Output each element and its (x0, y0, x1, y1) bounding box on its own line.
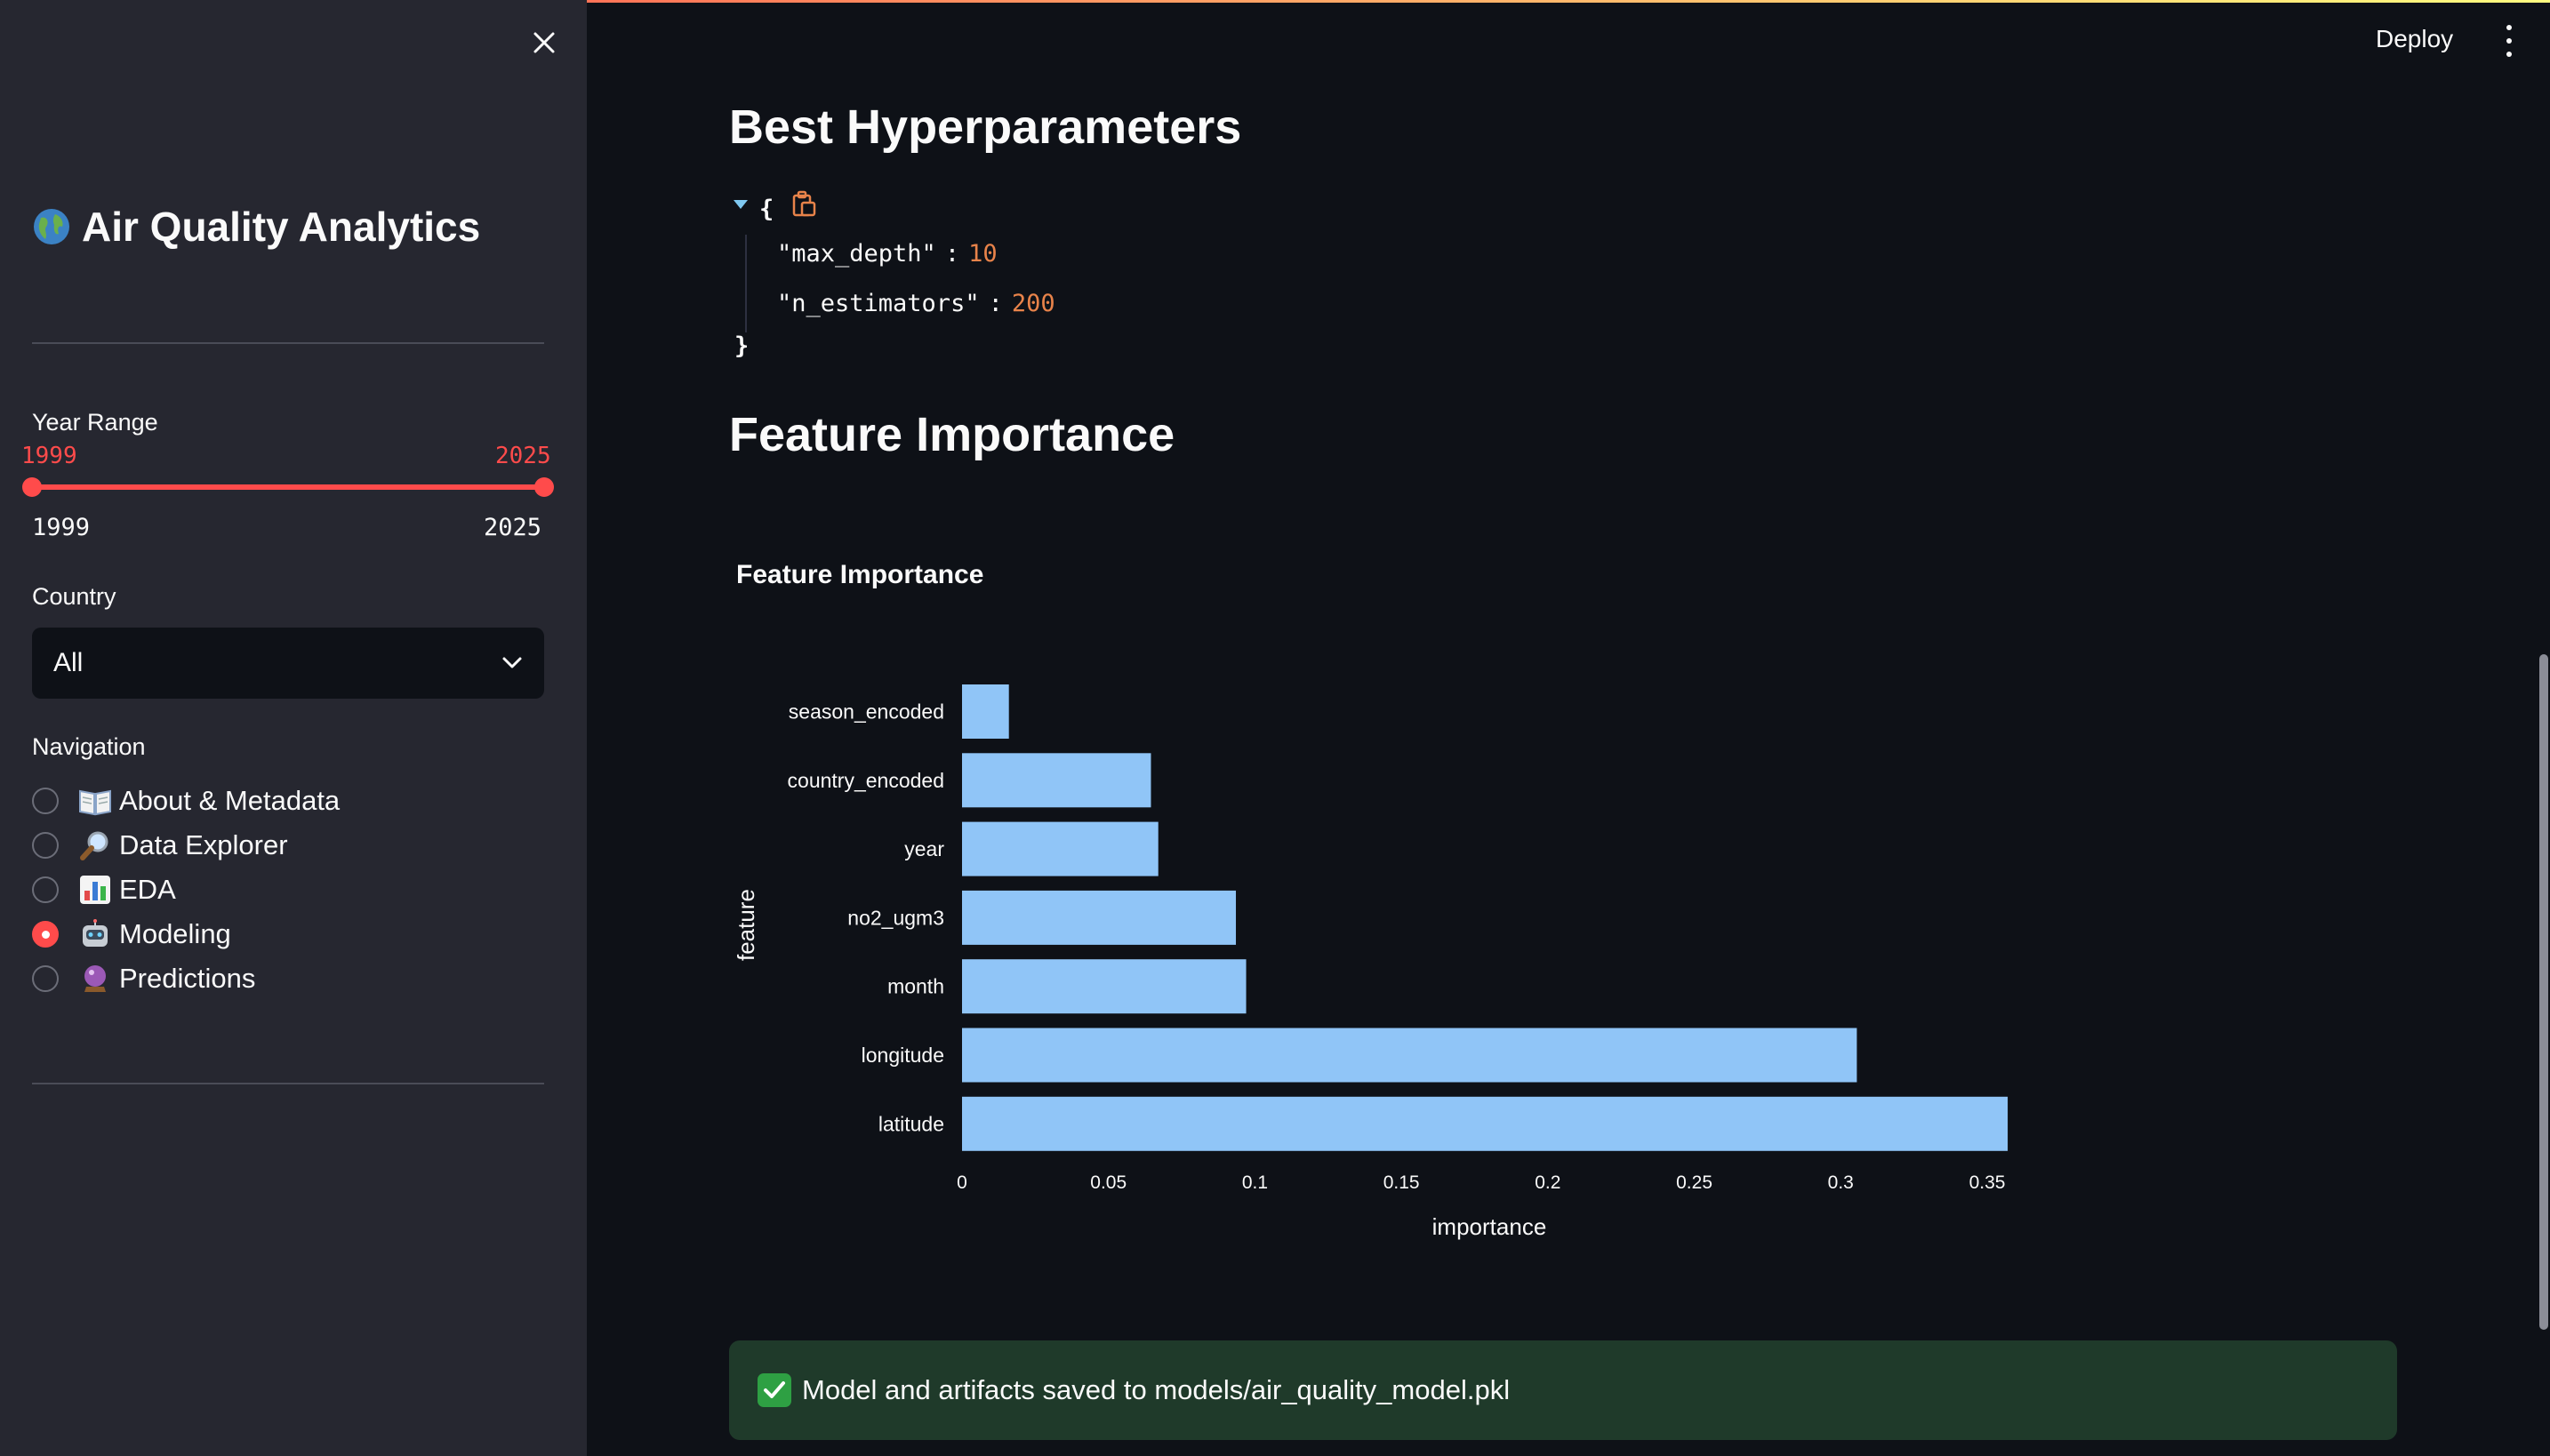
x-tick-label: 0.1 (1242, 1172, 1268, 1193)
nav-item-label: Modeling (119, 918, 231, 949)
success-alert: Model and artifacts saved to models/air_… (729, 1340, 2397, 1440)
nav-item-label: EDA (119, 874, 176, 905)
json-key: "max_depth" (777, 240, 936, 268)
bar-longitude (962, 1028, 1857, 1083)
nav-item-predictions[interactable]: Predictions (32, 956, 340, 1001)
main-scrollbar[interactable] (2539, 654, 2548, 1330)
json-row-n-estimators: "n_estimators":200 (777, 290, 1055, 317)
y-axis-label: feature (733, 889, 759, 961)
bar-season-encoded (962, 684, 1009, 739)
navigation-label: Navigation (32, 733, 146, 760)
menu-dot (2506, 25, 2512, 30)
year-range-selected-min: 1999 (21, 443, 77, 469)
radio-button[interactable] (32, 832, 59, 859)
clipboard-icon[interactable] (791, 190, 816, 219)
x-tick-label: 0.05 (1090, 1172, 1127, 1193)
check-mark-icon (758, 1373, 791, 1407)
y-tick-label: country_encoded (788, 769, 944, 792)
success-message: Model and artifacts saved to models/air_… (802, 1374, 1511, 1405)
nav-item-modeling[interactable]: Modeling (32, 912, 340, 956)
year-range-min-label: 1999 (32, 514, 91, 541)
nav-item-about[interactable]: About & Metadata (32, 779, 340, 823)
chart-title: Feature Importance (736, 560, 984, 589)
json-value: 10 (968, 240, 998, 268)
feature-importance-heading: Feature Importance (729, 408, 1175, 461)
sidebar-divider (32, 342, 544, 344)
y-tick-label: no2_ugm3 (847, 906, 944, 929)
more-vertical-icon[interactable] (2500, 25, 2518, 57)
sidebar: Air Quality Analytics Year Range 1999 20… (0, 0, 587, 1456)
radio-button[interactable] (32, 965, 59, 992)
magnifier-icon (80, 831, 108, 860)
bar-no2-ugm3 (962, 890, 1237, 945)
robot-icon (83, 919, 108, 947)
bar-month (962, 959, 1247, 1014)
json-row-max-depth: "max_depth":10 (777, 240, 998, 268)
x-axis-label: importance (1432, 1213, 1547, 1240)
menu-dot (2506, 38, 2512, 44)
json-indent-guide (745, 235, 747, 332)
year-range-label: Year Range (32, 409, 158, 436)
json-close-brace: } (734, 332, 750, 360)
check-glyph (764, 1381, 785, 1398)
year-range-selected-max: 2025 (495, 443, 551, 469)
json-colon: : (988, 290, 1003, 317)
nav-item-label: About & Metadata (119, 785, 341, 816)
bar-year (962, 821, 1159, 876)
close-icon (533, 32, 555, 53)
deploy-button[interactable]: Deploy (2376, 25, 2453, 53)
x-tick-label: 0.35 (1969, 1172, 2006, 1193)
nav-item-label: Data Explorer (119, 829, 288, 860)
json-key: "n_estimators" (777, 290, 980, 317)
book-icon (79, 789, 111, 816)
json-colon: : (944, 240, 960, 268)
app-title-text: Air Quality Analytics (82, 204, 481, 250)
radio-button-selected[interactable] (32, 921, 59, 948)
nav-item-label: Predictions (119, 963, 256, 994)
x-tick-label: 0.25 (1676, 1172, 1712, 1193)
y-tick-label: year (904, 837, 944, 860)
x-tick-label: 0.15 (1383, 1172, 1420, 1193)
navigation-radio-group: About & Metadata Data Explorer EDA Model… (32, 779, 340, 1001)
app-title: Air Quality Analytics (32, 203, 480, 251)
crystal-ball-icon (84, 965, 106, 992)
sidebar-divider (32, 1083, 544, 1084)
menu-dot (2506, 52, 2512, 57)
nav-item-data-explorer[interactable]: Data Explorer (32, 823, 340, 868)
year-range-slider-track[interactable] (32, 484, 544, 490)
country-label: Country (32, 583, 116, 610)
country-select-value: All (53, 648, 84, 677)
y-tick-label: month (887, 975, 944, 998)
bar-chart-icon (80, 876, 110, 904)
bar-latitude (962, 1096, 2009, 1151)
x-tick-label: 0.2 (1535, 1172, 1560, 1193)
y-tick-label: longitude (862, 1044, 944, 1067)
bar-country-encoded (962, 753, 1151, 808)
x-tick-label: 0.3 (1828, 1172, 1854, 1193)
feature-importance-chart: season_encoded country_encodedyear no2_ugm… (733, 684, 2009, 1240)
year-range-min-handle[interactable] (22, 477, 42, 497)
country-select[interactable]: All (32, 628, 544, 699)
close-sidebar-button[interactable] (526, 25, 562, 60)
json-value: 200 (1011, 290, 1055, 317)
chevron-down-icon (502, 657, 522, 668)
y-tick-label: season_encoded (789, 700, 944, 724)
json-open-brace: { (759, 196, 774, 223)
radio-button[interactable] (32, 788, 59, 814)
collapse-triangle-icon[interactable] (733, 199, 749, 210)
year-range-max-handle[interactable] (534, 477, 554, 497)
globe-icon (34, 209, 69, 244)
x-tick-label: 0 (957, 1172, 967, 1193)
year-range-max-label: 2025 (484, 514, 542, 541)
y-tick-label: latitude (878, 1112, 944, 1135)
hyperparameters-heading: Best Hyperparameters (729, 100, 1242, 154)
nav-item-eda[interactable]: EDA (32, 868, 340, 912)
radio-button[interactable] (32, 876, 59, 903)
